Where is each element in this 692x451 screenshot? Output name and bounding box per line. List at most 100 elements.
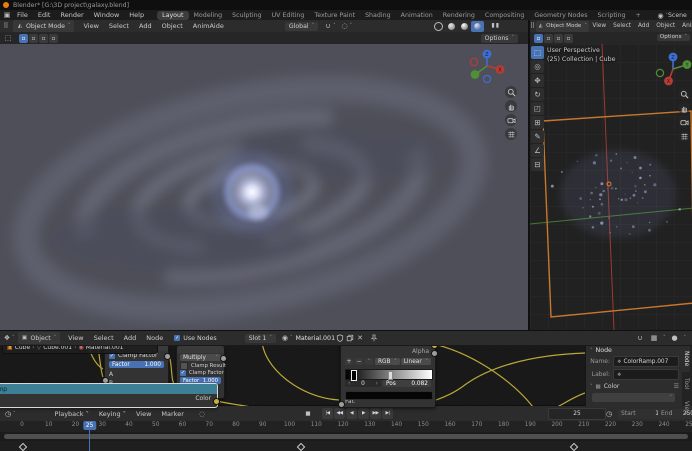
nav-gizmo[interactable]: Z X: [468, 48, 506, 86]
shader-menu-view[interactable]: View: [63, 334, 88, 342]
workspace-tab-layout[interactable]: Layout: [157, 11, 188, 20]
colorramp-node[interactable]: Color Alpha + − ˅ RGB˅ Linear˅ ‹0› Pos0.…: [340, 337, 436, 408]
menu-window[interactable]: Window: [89, 11, 125, 19]
output-socket-color[interactable]: [213, 398, 220, 405]
select-mode-subtract[interactable]: ▫: [39, 34, 48, 43]
play-button[interactable]: ▶: [358, 408, 369, 419]
current-frame-field[interactable]: 25: [548, 408, 606, 420]
frame-clock-icon[interactable]: ◷: [604, 409, 614, 419]
scale-tool-button[interactable]: ◰: [531, 102, 544, 115]
material-name[interactable]: Material.001: [295, 335, 335, 342]
node-color-dropdown[interactable]: ˅: [592, 393, 675, 402]
jump-end-button[interactable]: ▶|: [382, 408, 393, 419]
grid-icon[interactable]: [678, 130, 690, 142]
colorramp-node-selected[interactable]: ColorRamp Color: [0, 383, 218, 408]
jump-start-button[interactable]: |◀: [322, 408, 333, 419]
node-name-field[interactable]: ❖ ColorRamp.007: [613, 356, 679, 367]
options-dropdown-left[interactable]: Options˅: [481, 34, 518, 43]
viewport-menu-view[interactable]: View: [589, 23, 610, 29]
node-label-field[interactable]: ❖: [613, 369, 679, 380]
prev-keyframe-button[interactable]: ◀◀: [334, 408, 345, 419]
output-socket-alpha[interactable]: [431, 350, 438, 357]
playhead-frame-badge[interactable]: 25: [83, 421, 96, 430]
select-mode-invert[interactable]: ▫: [49, 34, 58, 43]
workspace-tab-rendering[interactable]: Rendering: [438, 11, 480, 20]
app-menu-icon[interactable]: ▣: [2, 10, 12, 20]
stop-color-swatch[interactable]: [345, 391, 433, 400]
ramp-options-button[interactable]: ˅: [365, 358, 373, 365]
select-mode-extend-right[interactable]: ▫: [544, 34, 553, 43]
shader-type-dropdown[interactable]: ▣ Object˅: [18, 332, 61, 344]
snap-magnet-icon[interactable]: ∪: [323, 21, 333, 31]
shader-menu-node[interactable]: Node: [141, 334, 168, 342]
ramp-stop[interactable]: [388, 371, 393, 380]
timeline-menu-view[interactable]: View: [131, 410, 156, 418]
grid-icon[interactable]: [505, 128, 517, 140]
material-browse-icon[interactable]: ◉: [280, 333, 290, 343]
add-workspace-button[interactable]: +: [631, 11, 646, 20]
options-dropdown-right[interactable]: Options˅: [657, 34, 690, 41]
ramp-interpolation-dropdown[interactable]: Linear˅: [401, 358, 431, 365]
ramp-stop-selected[interactable]: [351, 370, 357, 381]
scene-selector[interactable]: ◉ ˅ Scene: [656, 11, 692, 21]
hand-icon[interactable]: [505, 100, 517, 112]
snap-node-icon[interactable]: ∪: [635, 333, 645, 343]
magnifier-icon[interactable]: [505, 86, 517, 98]
viewport-menu-add[interactable]: Add: [134, 22, 157, 30]
viewport-menu-view[interactable]: View: [78, 22, 103, 30]
preview-shading-icon[interactable]: ●: [670, 333, 680, 343]
editor-type-icon[interactable]: ⠿: [1, 21, 11, 31]
viewport-menu-object[interactable]: Object: [653, 23, 679, 29]
camera-icon[interactable]: [678, 116, 690, 128]
measure-tool-button[interactable]: ∠: [531, 144, 544, 157]
overlay-toggle-icon[interactable]: ▦: [649, 333, 659, 343]
viewport-menu-select[interactable]: Select: [610, 23, 635, 29]
workspace-tab-sculpting[interactable]: Sculpting: [227, 11, 266, 20]
timeline-menu-keying[interactable]: Keying ˅: [94, 410, 131, 418]
active-tool-icon[interactable]: ⬚: [3, 33, 13, 43]
editor-type-icon-right[interactable]: ⠿: [530, 21, 535, 31]
sidebar-tab-view[interactable]: View: [682, 395, 690, 421]
remove-stop-button[interactable]: −: [355, 358, 363, 365]
menu-render[interactable]: Render: [55, 11, 88, 19]
sidebar-tab-node[interactable]: Node: [682, 345, 690, 372]
viewport-left-canvas[interactable]: Z X: [0, 44, 528, 330]
fake-user-shield-icon[interactable]: [335, 333, 345, 343]
shading-material-icon[interactable]: [458, 21, 471, 32]
orientation-dropdown[interactable]: Global˅: [285, 22, 318, 31]
proportional-edit-icon[interactable]: ◌: [340, 21, 350, 31]
input-socket-fac[interactable]: [338, 401, 345, 408]
unlink-material-icon[interactable]: ✕: [355, 333, 365, 343]
next-keyframe-button[interactable]: ▶▶: [370, 408, 381, 419]
pin-icon[interactable]: [369, 333, 379, 343]
select-mode-extend[interactable]: ▫: [29, 34, 38, 43]
stop-button[interactable]: ■: [303, 409, 313, 419]
ramp-color-mode-dropdown[interactable]: RGB˅: [375, 358, 400, 365]
annotate-tool-button[interactable]: ✎: [531, 130, 544, 143]
select-mode-new-right[interactable]: ▫: [534, 34, 543, 43]
duplicate-material-icon[interactable]: [345, 333, 355, 343]
rotate-tool-button[interactable]: ↻: [531, 88, 544, 101]
viewport-right-canvas[interactable]: ⬚◎✥↻◰⊞✎∠⊟ User Perspective (25) Collecti…: [528, 44, 692, 330]
add-cube-tool-button[interactable]: ⊟: [531, 158, 544, 171]
workspace-tab-compositing[interactable]: Compositing: [480, 11, 529, 20]
mode-dropdown-right[interactable]: ◭ Object Mode˅: [536, 21, 589, 32]
play-reverse-button[interactable]: ◀: [346, 408, 357, 419]
camera-icon[interactable]: [505, 114, 517, 126]
presets-menu-icon[interactable]: ☰: [674, 383, 679, 390]
output-socket-value[interactable]: [164, 353, 171, 360]
use-nodes-checkbox[interactable]: ✓: [174, 335, 180, 341]
timeline-scrollbar[interactable]: [4, 434, 688, 439]
sidebar-tab-tool[interactable]: Tool: [682, 372, 690, 395]
color-section-label[interactable]: Color: [604, 383, 620, 390]
stop-position-slider[interactable]: Pos0.082: [383, 380, 431, 387]
menu-edit[interactable]: Edit: [33, 11, 56, 19]
transform-tool-button[interactable]: ⊞: [531, 116, 544, 129]
workspace-tab-scripting[interactable]: Scripting: [593, 11, 631, 20]
shader-menu-select[interactable]: Select: [89, 334, 119, 342]
panel-section-title[interactable]: Node: [596, 347, 612, 354]
menu-help[interactable]: Help: [124, 11, 149, 19]
timeline-menu-playback[interactable]: Playback ˅: [50, 410, 94, 418]
magnifier-icon[interactable]: [678, 88, 690, 100]
select-mode-subtract-right[interactable]: ▫: [554, 34, 563, 43]
